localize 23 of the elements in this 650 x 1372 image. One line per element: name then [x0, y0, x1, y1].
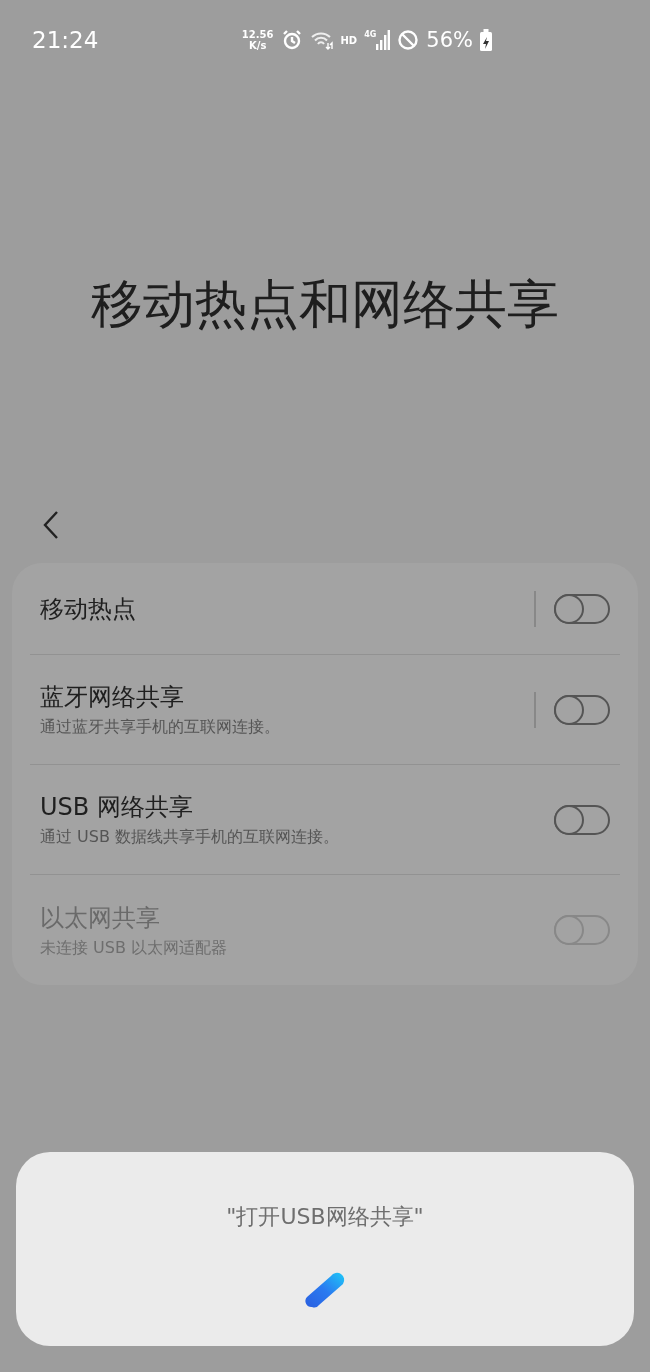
battery-icon	[480, 29, 492, 51]
setting-title: USB 网络共享	[40, 792, 194, 823]
toggle-switch[interactable]	[554, 804, 610, 835]
status-time: 21:24	[32, 27, 99, 53]
toggle-switch[interactable]	[554, 694, 610, 725]
setting-title: 以太网共享	[40, 902, 161, 934]
back-icon	[42, 510, 60, 540]
network-speed: 12.56	[241, 29, 274, 40]
setting-description: 通过 USB 数据线共享手机的互联网连接。	[40, 827, 340, 848]
listening-indicator-icon	[303, 1270, 347, 1310]
speed-unit: K/s	[249, 40, 267, 51]
toggle-switch[interactable]	[554, 593, 610, 624]
setting-title: 移动热点	[40, 593, 137, 625]
setting-description: 通过蓝牙共享手机的互联网连接。	[40, 717, 281, 738]
signal-icon	[376, 30, 391, 50]
battery-level: 56%	[426, 28, 473, 52]
wifi-icon	[309, 30, 334, 50]
page-title: 移动热点和网络共享	[90, 273, 560, 336]
network-label: HD	[340, 34, 358, 46]
setting-title: 蓝牙网络共享	[40, 682, 185, 713]
do-not-disturb-icon	[397, 29, 420, 51]
network-type-label: 4G	[364, 30, 377, 39]
recognized-speech: "打开USB网络共享"	[226, 1203, 424, 1231]
